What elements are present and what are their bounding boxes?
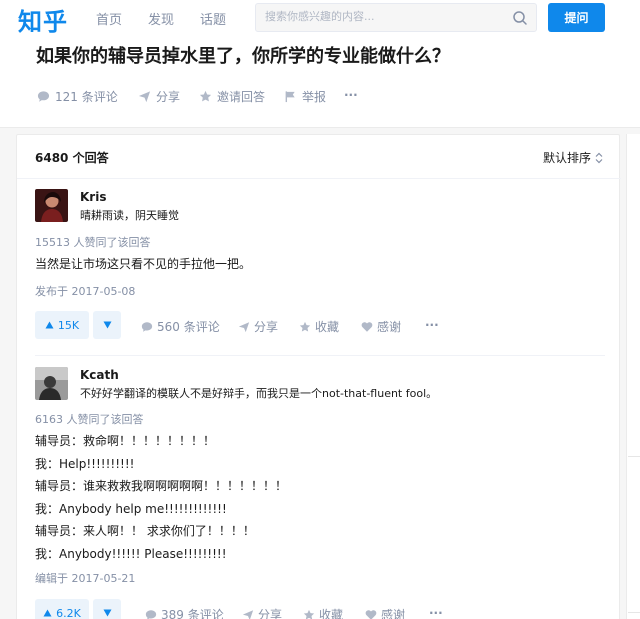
question-comments-label: 121 条评论 bbox=[55, 90, 118, 104]
search-icon[interactable] bbox=[512, 10, 528, 26]
comments-label: 560 条评论 bbox=[157, 320, 220, 334]
upvote-count: 6.2K bbox=[56, 606, 81, 619]
answer-line: 辅导员：谁来救救我啊啊啊啊啊！！！！！！！ bbox=[35, 479, 288, 493]
answer-content: 辅导员：救命啊！！！！！！！！ 我：Help!!!!!!!!!! 辅导员：谁来救… bbox=[35, 430, 287, 565]
upvote-button[interactable]: 15K bbox=[35, 311, 89, 339]
answer-line: 我：Anybody!!!!!! Please!!!!!!!!! bbox=[35, 546, 227, 561]
heart-icon bbox=[365, 609, 377, 619]
upvote-button[interactable]: 6.2K bbox=[35, 599, 89, 619]
flag-icon bbox=[285, 91, 295, 103]
upvote-triangle-icon bbox=[43, 609, 52, 617]
more-button[interactable]: ··· bbox=[425, 318, 439, 332]
thanks-label: 感谢 bbox=[377, 320, 402, 334]
answer-item: Kris 晴耕雨读，阴天睡觉 15513 人赞同了该回答 当然是让市场这只看不见… bbox=[35, 189, 605, 339]
share-icon bbox=[242, 609, 254, 619]
answer-line: 辅导员：救命啊！！！！！！！！ bbox=[35, 434, 216, 448]
author-name[interactable]: Kris bbox=[80, 190, 106, 204]
answer-line: 辅导员：来人啊！！ 求求你们了！！！！ bbox=[35, 524, 255, 538]
sort-chevron-icon bbox=[595, 152, 603, 163]
answer-content: 当然是让市场这只看不见的手拉他一把。 bbox=[35, 253, 251, 276]
nav-item-home[interactable]: 首页 bbox=[96, 9, 122, 28]
comment-icon bbox=[145, 609, 157, 619]
report-button[interactable]: 举报 bbox=[284, 88, 326, 105]
answer-date: 编辑于 2017-05-21 bbox=[35, 572, 136, 585]
comments-label: 389 条评论 bbox=[161, 608, 224, 619]
more-button[interactable]: ··· bbox=[429, 606, 443, 619]
vote-summary: 6163 人赞同了该回答 bbox=[35, 413, 144, 426]
sort-dropdown[interactable]: 默认排序 bbox=[543, 149, 603, 166]
downvote-button[interactable] bbox=[93, 599, 121, 619]
favorite-button[interactable]: 收藏 bbox=[303, 606, 343, 619]
answers-header: 6480 个回答 默认排序 bbox=[17, 135, 621, 179]
answer-date: 发布于 2017-05-08 bbox=[35, 285, 136, 298]
author-bio: 晴耕雨读，阴天睡觉 bbox=[80, 209, 179, 222]
downvote-triangle-icon bbox=[103, 609, 111, 617]
question-share-label: 分享 bbox=[156, 90, 181, 104]
comments-button[interactable]: 389 条评论 bbox=[145, 606, 224, 619]
author-name[interactable]: Kcath bbox=[80, 368, 119, 382]
right-sidebar-edge bbox=[626, 134, 640, 619]
answer-divider bbox=[35, 355, 605, 356]
share-label: 分享 bbox=[254, 320, 279, 334]
question-comments-button[interactable]: 121 条评论 bbox=[37, 88, 118, 105]
favorite-button[interactable]: 收藏 bbox=[299, 318, 339, 335]
star-icon bbox=[199, 90, 212, 102]
answer-line: 我：Anybody help me!!!!!!!!!!!!! bbox=[35, 501, 227, 516]
thanks-button[interactable]: 感谢 bbox=[361, 318, 401, 335]
downvote-triangle-icon bbox=[103, 321, 111, 329]
share-button[interactable]: 分享 bbox=[238, 318, 278, 335]
share-label: 分享 bbox=[258, 608, 283, 619]
answers-card: 6480 个回答 默认排序 Kris 晴耕雨读，阴天睡觉 15513 人赞同了该… bbox=[16, 134, 621, 619]
invite-answer-label: 邀请回答 bbox=[217, 90, 266, 104]
upvote-count: 15K bbox=[57, 318, 80, 332]
thanks-button[interactable]: 感谢 bbox=[365, 606, 405, 619]
share-icon bbox=[138, 91, 151, 103]
share-icon bbox=[238, 321, 250, 332]
upvote-triangle-icon bbox=[45, 321, 54, 329]
answer-count: 6480 个回答 bbox=[35, 151, 109, 165]
favorite-label: 收藏 bbox=[315, 320, 340, 334]
invite-answer-button[interactable]: 邀请回答 bbox=[199, 88, 265, 105]
search-input[interactable] bbox=[265, 10, 505, 23]
sidebar-divider bbox=[628, 456, 640, 457]
avatar[interactable] bbox=[35, 189, 68, 222]
answer-item: Kcath 不好好学翻译的模联人不是好辩手，而我只是一个not-that-flu… bbox=[35, 367, 605, 619]
vote-summary: 15513 人赞同了该回答 bbox=[35, 236, 151, 249]
search-box bbox=[255, 3, 537, 32]
star-icon bbox=[299, 321, 311, 332]
sidebar-divider bbox=[628, 612, 640, 613]
favorite-label: 收藏 bbox=[319, 608, 344, 619]
question-header: 如果你的辅导员掉水里了，你所学的专业能做什么？ 121 条评论 分享 邀请回答 … bbox=[0, 36, 640, 128]
avatar[interactable] bbox=[35, 367, 68, 400]
heart-icon bbox=[361, 321, 373, 332]
downvote-button[interactable] bbox=[93, 311, 121, 339]
thanks-label: 感谢 bbox=[381, 608, 406, 619]
sort-label: 默认排序 bbox=[542, 151, 591, 165]
zhihu-logo[interactable]: 知乎 bbox=[18, 2, 68, 37]
nav-item-topics[interactable]: 话题 bbox=[200, 9, 226, 28]
comment-icon bbox=[141, 321, 153, 332]
question-share-button[interactable]: 分享 bbox=[138, 88, 180, 105]
author-bio: 不好好学翻译的模联人不是好辩手，而我只是一个not-that-fluent fo… bbox=[80, 387, 438, 400]
report-label: 举报 bbox=[302, 90, 327, 104]
top-nav-bar: 知乎 首页 发现 话题 提问 bbox=[0, 0, 640, 36]
question-title: 如果你的辅导员掉水里了，你所学的专业能做什么？ bbox=[36, 46, 450, 67]
comments-button[interactable]: 560 条评论 bbox=[141, 318, 220, 335]
star-icon bbox=[303, 609, 315, 619]
answer-line: 我：Help!!!!!!!!!! bbox=[35, 456, 135, 471]
answer-line: 当然是让市场这只看不见的手拉他一把。 bbox=[35, 257, 252, 271]
comment-icon bbox=[37, 91, 50, 102]
nav-item-explore[interactable]: 发现 bbox=[148, 9, 174, 28]
share-button[interactable]: 分享 bbox=[242, 606, 282, 619]
ask-question-button[interactable]: 提问 bbox=[548, 3, 605, 32]
question-more-button[interactable]: ··· bbox=[344, 88, 358, 102]
